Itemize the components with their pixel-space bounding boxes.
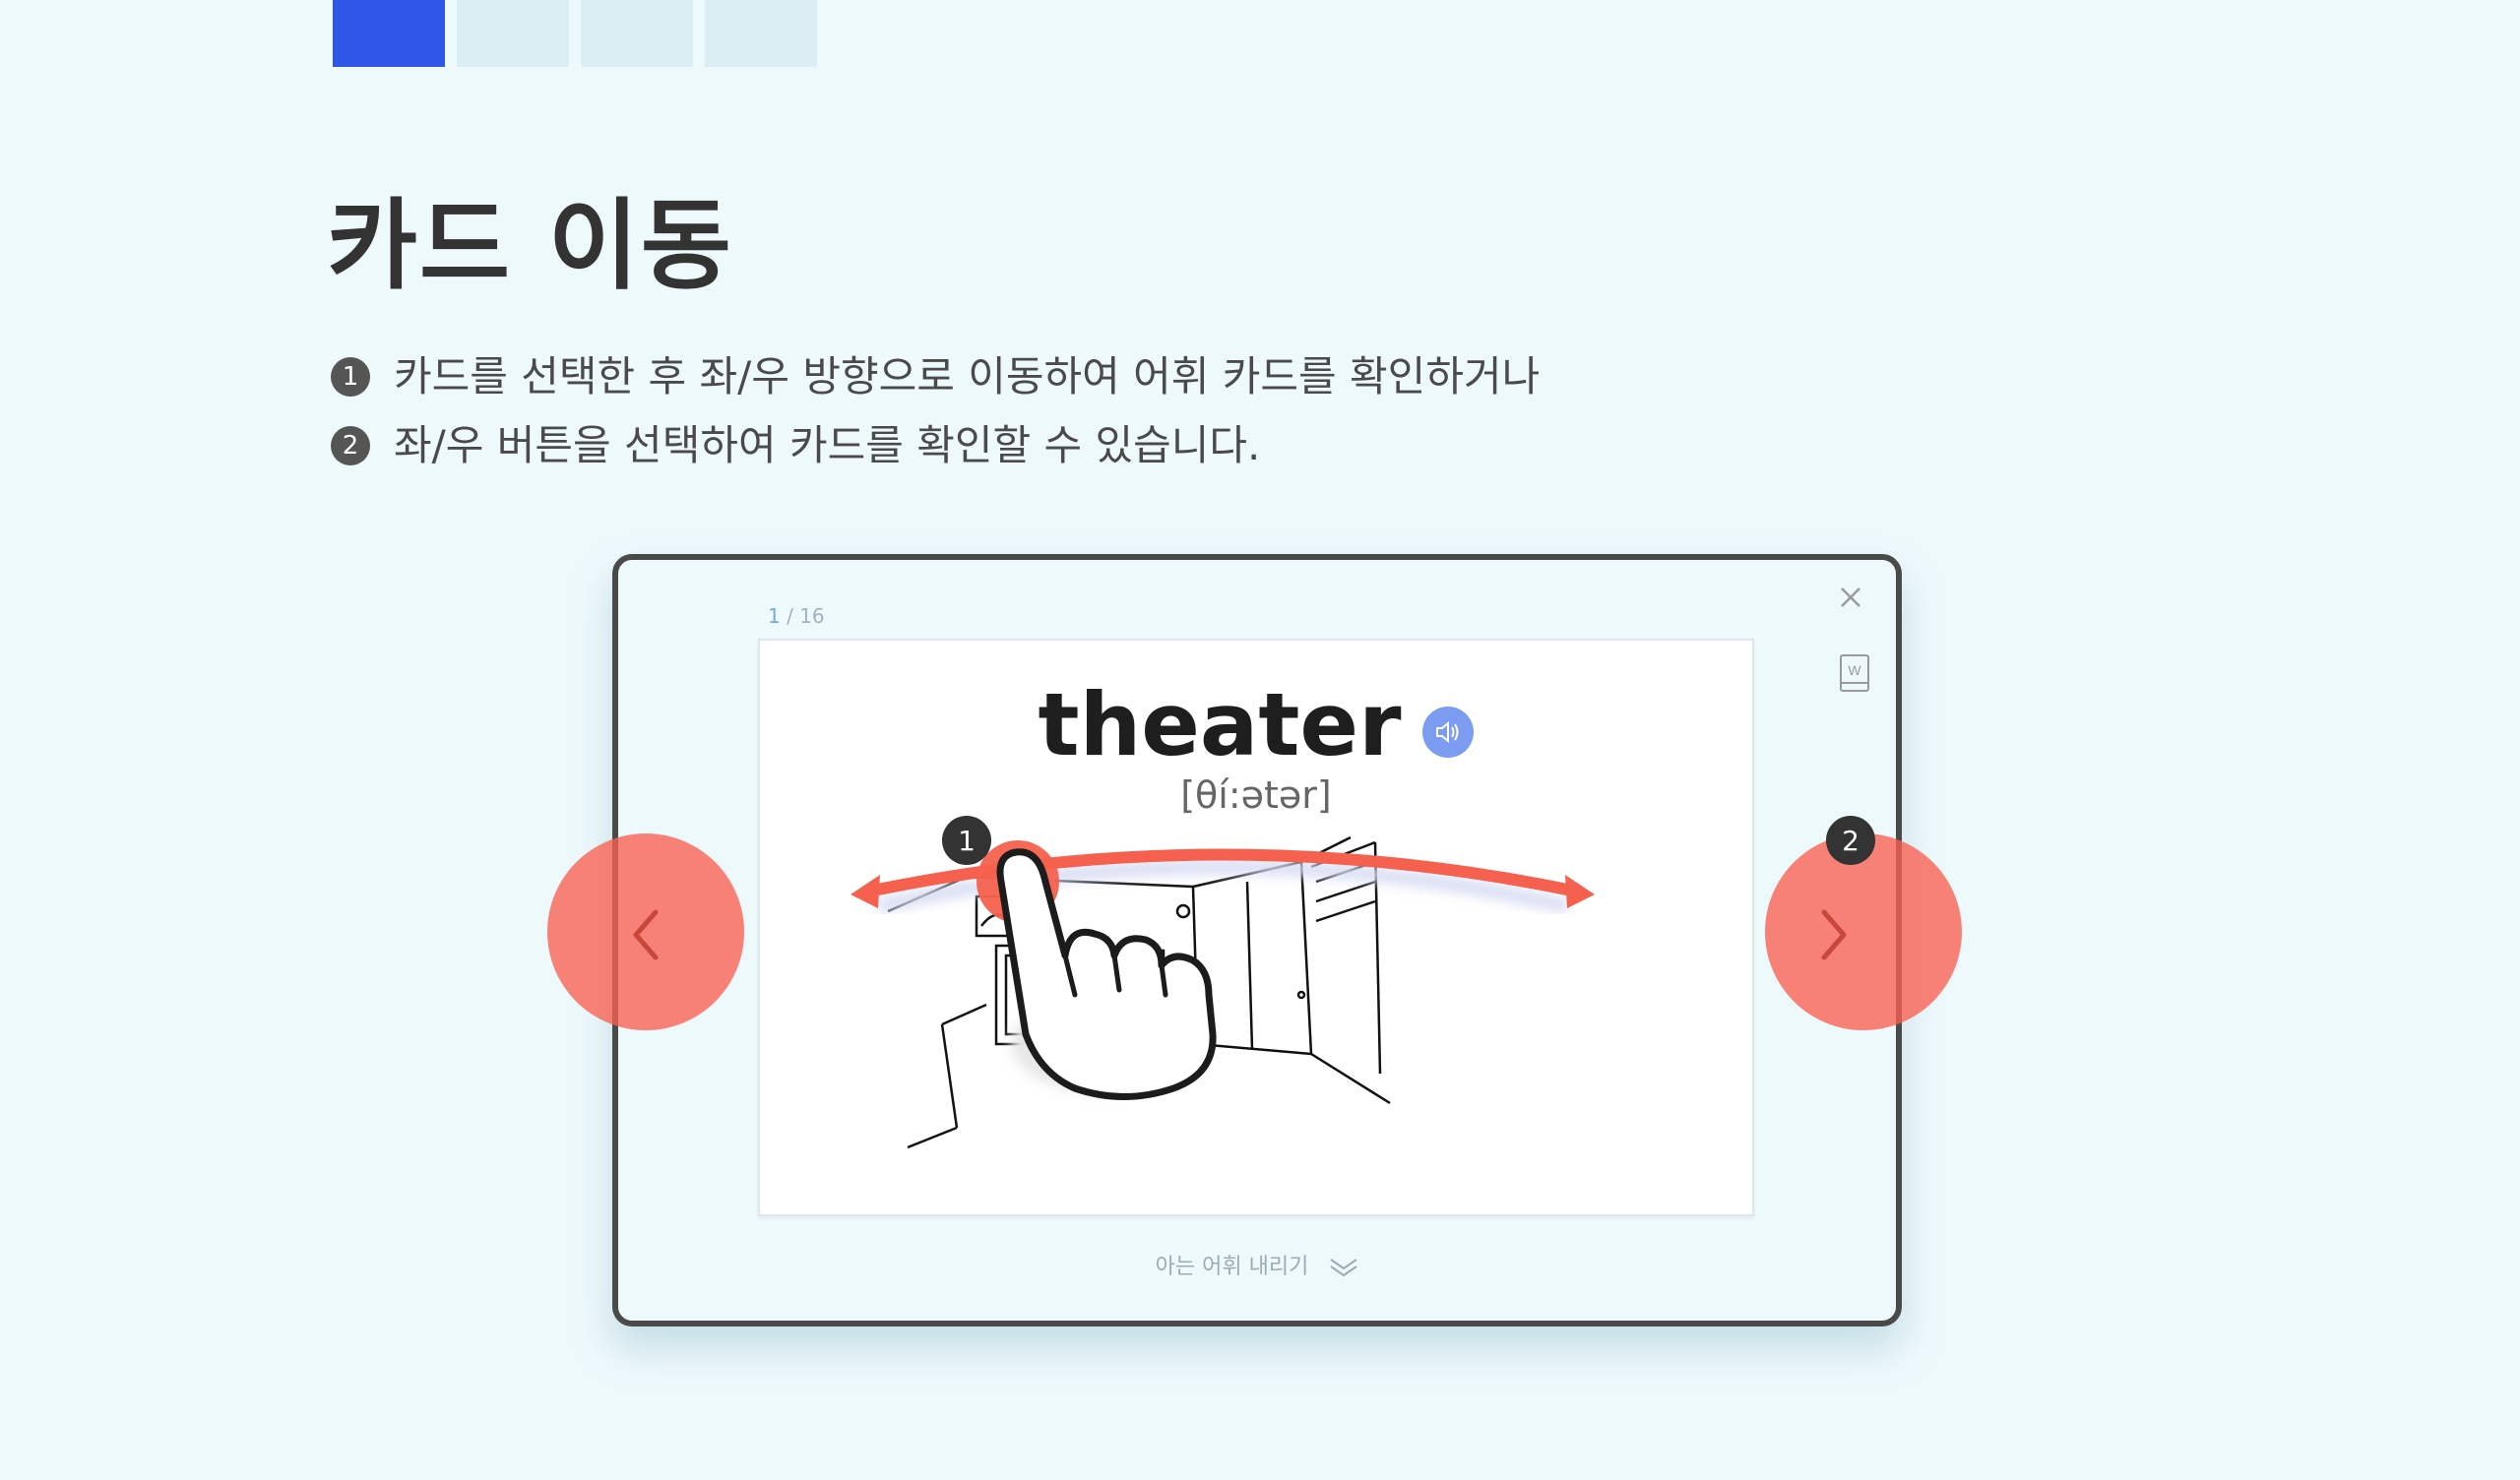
double-chevron-down-icon bbox=[1330, 1259, 1357, 1277]
instruction-item: 2 좌/우 버튼을 선택하여 카드를 확인할 수 있습니다. bbox=[331, 411, 1540, 480]
page-current: 1 bbox=[768, 604, 781, 628]
page-separator: / bbox=[780, 604, 800, 628]
instruction-list: 1 카드를 선택한 후 좌/우 방향으로 이동하여 어휘 카드를 확인하거나 2… bbox=[331, 342, 1540, 480]
step-number-badge: 1 bbox=[331, 357, 370, 397]
svg-text:W: W bbox=[1848, 662, 1861, 678]
callout-2: 2 bbox=[1826, 816, 1875, 865]
callout-1: 1 bbox=[942, 816, 991, 865]
know-word-button[interactable]: 아는 어휘 내리기 bbox=[618, 1249, 1896, 1280]
chevron-left-icon bbox=[633, 909, 659, 960]
close-button[interactable] bbox=[1833, 580, 1868, 615]
wordbook-icon: W bbox=[1840, 654, 1869, 692]
step-number-badge: 2 bbox=[331, 426, 370, 465]
flashcard-viewer: W 1 / 16 theater [θí:ətər] 아는 어휘 내리기 bbox=[612, 554, 1902, 1326]
hand-pointer-icon bbox=[996, 848, 1217, 1100]
prev-card-button[interactable] bbox=[547, 833, 744, 1030]
next-card-button[interactable] bbox=[1765, 833, 1962, 1030]
page-title: 카드 이동 bbox=[327, 188, 733, 303]
instruction-text: 카드를 선택한 후 좌/우 방향으로 이동하여 어휘 카드를 확인하거나 bbox=[394, 352, 1541, 401]
progress-tabs bbox=[333, 0, 817, 67]
instruction-text: 좌/우 버튼을 선택하여 카드를 확인할 수 있습니다. bbox=[394, 421, 1261, 469]
close-icon bbox=[1841, 587, 1860, 607]
progress-tab-1[interactable] bbox=[333, 0, 445, 67]
progress-tab-3[interactable] bbox=[581, 0, 693, 67]
page-total: 16 bbox=[799, 604, 825, 628]
wordbook-button[interactable]: W bbox=[1839, 653, 1872, 695]
progress-tab-2[interactable] bbox=[457, 0, 569, 67]
chevron-right-icon bbox=[1821, 909, 1847, 960]
flashcard[interactable]: theater [θí:ətər] bbox=[758, 639, 1754, 1216]
progress-tab-4[interactable] bbox=[705, 0, 817, 67]
theater-illustration bbox=[850, 835, 1595, 1149]
page-counter: 1 / 16 bbox=[768, 604, 825, 628]
know-word-label: 아는 어휘 내리기 bbox=[1155, 1255, 1309, 1279]
instruction-item: 1 카드를 선택한 후 좌/우 방향으로 이동하여 어휘 카드를 확인하거나 bbox=[331, 342, 1540, 411]
